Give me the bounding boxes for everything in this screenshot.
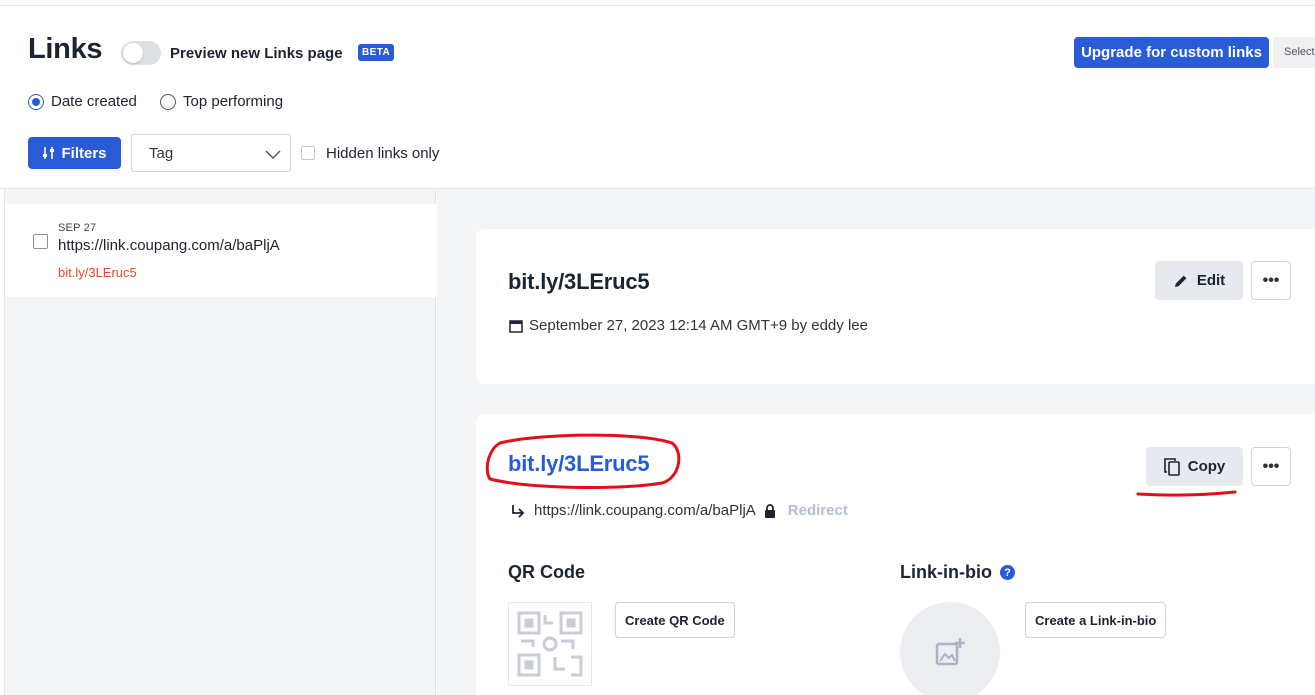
edit-button[interactable]: Edit bbox=[1155, 261, 1243, 300]
sort-top-performing[interactable]: Top performing bbox=[160, 93, 283, 110]
bio-image-placeholder bbox=[900, 602, 1000, 695]
beta-badge: BETA bbox=[358, 44, 395, 61]
hidden-links-label: Hidden links only bbox=[326, 145, 440, 162]
hidden-links-checkbox[interactable] bbox=[301, 146, 315, 160]
edit-label: Edit bbox=[1196, 272, 1226, 289]
destination-row: https://link.coupang.com/a/baPljA Redire… bbox=[510, 502, 848, 519]
bio-title: Link-in-bio bbox=[900, 562, 992, 582]
chevron-down-icon bbox=[265, 150, 281, 159]
copy-label: Copy bbox=[1187, 458, 1226, 475]
list-item-checkbox[interactable] bbox=[33, 234, 48, 249]
sort-option-label: Top performing bbox=[183, 93, 284, 110]
select-button[interactable]: Select bbox=[1273, 37, 1315, 68]
redirect-arrow-icon bbox=[512, 504, 525, 518]
top-border bbox=[0, 0, 1315, 6]
filters-button[interactable]: Filters bbox=[28, 137, 121, 169]
tag-select-value: Tag bbox=[149, 144, 174, 162]
toggle-knob bbox=[123, 43, 143, 63]
copy-button[interactable]: Copy bbox=[1146, 447, 1243, 486]
sort-date-created[interactable]: Date created bbox=[28, 93, 137, 110]
radio-unchecked-icon bbox=[160, 93, 176, 110]
redirect-label[interactable]: Redirect bbox=[788, 502, 848, 519]
copy-icon bbox=[1163, 457, 1180, 476]
help-icon[interactable]: ? bbox=[999, 565, 1015, 580]
link-header-card: bit.ly/3LEruc5 Edit ••• September 27, 20… bbox=[476, 229, 1315, 384]
add-image-icon bbox=[935, 638, 965, 666]
tag-select[interactable]: Tag bbox=[131, 134, 291, 172]
list-item[interactable]: SEP 27 https://link.coupang.com/a/baPljA… bbox=[5, 204, 436, 297]
created-text: September 27, 2023 12:14 AM GMT+9 by edd… bbox=[529, 317, 868, 334]
more-options-button[interactable]: ••• bbox=[1251, 447, 1291, 486]
create-link-in-bio-button[interactable]: Create a Link-in-bio bbox=[1025, 602, 1167, 638]
short-link-card: bit.ly/3LEruc5 Copy ••• https://link.cou… bbox=[476, 414, 1315, 695]
preview-label: Preview new Links page bbox=[170, 45, 343, 62]
preview-toggle[interactable] bbox=[121, 41, 161, 65]
list-item-date: SEP 27 bbox=[58, 222, 97, 234]
sliders-icon bbox=[43, 147, 55, 159]
bio-section-title: Link-in-bio ? bbox=[900, 562, 1015, 583]
create-qr-button[interactable]: Create QR Code bbox=[615, 602, 735, 638]
upgrade-button[interactable]: Upgrade for custom links bbox=[1074, 37, 1269, 68]
qr-section-title: QR Code bbox=[508, 562, 585, 583]
pencil-icon bbox=[1174, 275, 1187, 287]
radio-checked-icon bbox=[28, 93, 44, 110]
lock-icon bbox=[764, 503, 775, 518]
more-options-button[interactable]: ••• bbox=[1251, 261, 1291, 300]
qr-title: QR Code bbox=[508, 562, 586, 582]
created-meta: September 27, 2023 12:14 AM GMT+9 by edd… bbox=[509, 317, 868, 334]
calendar-icon bbox=[509, 319, 523, 333]
destination-url[interactable]: https://link.coupang.com/a/baPljA bbox=[534, 502, 756, 519]
sort-option-label: Date created bbox=[51, 93, 137, 110]
qr-code-icon bbox=[517, 611, 583, 677]
short-link[interactable]: bit.ly/3LEruc5 bbox=[508, 451, 650, 477]
link-list-panel: SEP 27 https://link.coupang.com/a/baPljA… bbox=[4, 189, 436, 695]
qr-placeholder bbox=[508, 602, 592, 686]
filters-label: Filters bbox=[61, 144, 107, 162]
page-title: Links bbox=[28, 33, 103, 65]
list-item-title: https://link.coupang.com/a/baPljA bbox=[58, 237, 280, 254]
link-title: bit.ly/3LEruc5 bbox=[508, 269, 650, 294]
list-item-short-link[interactable]: bit.ly/3LEruc5 bbox=[58, 265, 137, 280]
